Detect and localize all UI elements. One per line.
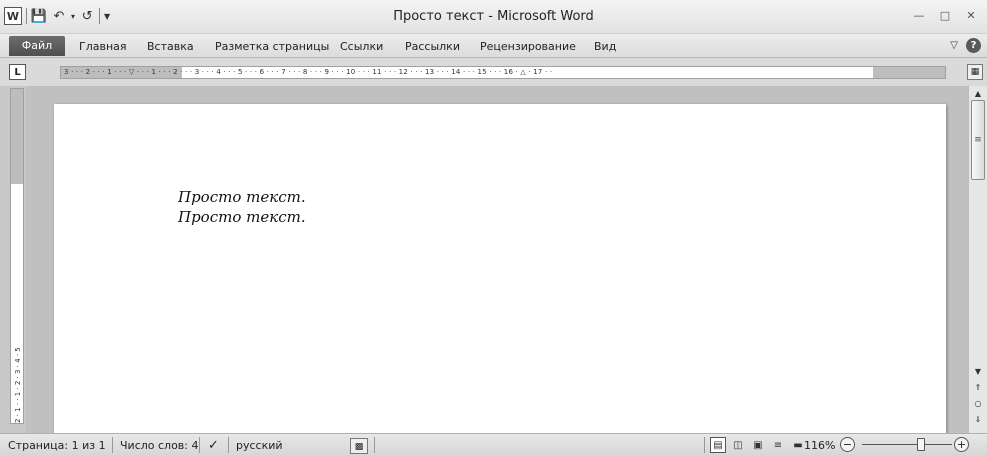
status-divider (704, 437, 705, 453)
zoom-in-icon[interactable]: + (954, 437, 969, 452)
window-controls: — □ ✕ (911, 7, 979, 23)
language-status[interactable]: русский (236, 438, 283, 454)
vertical-ruler[interactable]: 2 · 1 · · 1 · 2 · 3 · 4 · 5 (10, 88, 24, 424)
next-page-icon[interactable]: ⇓ (969, 412, 987, 426)
word-count-status[interactable]: Число слов: 4 (120, 438, 199, 454)
help-icon[interactable]: ? (966, 38, 981, 53)
document-workspace: Просто текст. Просто текст. (26, 86, 968, 433)
status-divider (374, 437, 375, 453)
minimize-ribbon-icon[interactable]: ▽ (950, 40, 958, 51)
title-bar: W 💾 ↶ ▾ ↺ ▼ Просто текст - Microsoft Wor… (0, 0, 987, 34)
tab-mailings[interactable]: Рассылки (405, 38, 460, 56)
view-ruler-icon[interactable]: ▦ (967, 64, 983, 80)
zoom-out-icon[interactable]: − (840, 437, 855, 452)
vertical-scrollbar[interactable]: ▲ ≡ ▼ ⇑ ○ ⇓ (968, 86, 987, 433)
scroll-down-icon[interactable]: ▼ (969, 364, 987, 378)
web-layout-icon[interactable]: ▣ (750, 437, 766, 453)
macro-recording-icon[interactable]: ▩ (350, 438, 368, 454)
horizontal-ruler[interactable]: 3 · · · 2 · · · 1 · · · ▽ · · · 1 · · · … (60, 66, 946, 79)
spelling-check-icon[interactable]: ✓ (208, 438, 219, 454)
tab-review[interactable]: Рецензирование (480, 38, 576, 56)
document-line[interactable]: Просто текст. (178, 208, 306, 226)
zoom-slider-track[interactable] (862, 444, 952, 445)
tab-page-layout[interactable]: Разметка страницы (215, 38, 329, 56)
tab-references[interactable]: Ссылки (340, 38, 383, 56)
tab-file[interactable]: Файл (9, 36, 65, 56)
scrollbar-thumb[interactable]: ≡ (971, 100, 985, 180)
select-browse-object-icon[interactable]: ○ (969, 396, 987, 410)
scroll-up-icon[interactable]: ▲ (969, 86, 987, 100)
view-buttons: ▤ ◫ ▣ ≡ ▬ (710, 437, 806, 453)
vertical-ruler-marks: 2 · 1 · · 1 · 2 · 3 · 4 · 5 (14, 347, 22, 423)
zoom-level[interactable]: 116% (804, 438, 835, 454)
page-count-status[interactable]: Страница: 1 из 1 (8, 438, 106, 454)
tab-view[interactable]: Вид (594, 38, 616, 56)
ribbon-tabs: Файл Главная Вставка Разметка страницы С… (0, 34, 987, 58)
status-divider (199, 437, 200, 453)
print-layout-icon[interactable]: ▤ (710, 437, 726, 453)
ruler-marks: 3 · · · 2 · · · 1 · · · ▽ · · · 1 · · · … (64, 68, 553, 76)
status-bar: Страница: 1 из 1 Число слов: 4 ✓ русский… (0, 433, 987, 456)
minimize-icon[interactable]: — (911, 7, 927, 23)
status-divider (228, 437, 229, 453)
document-line[interactable]: Просто текст. (178, 188, 306, 206)
zoom-slider-thumb[interactable] (916, 438, 925, 451)
document-page[interactable]: Просто текст. Просто текст. (54, 104, 946, 433)
maximize-icon[interactable]: □ (937, 7, 953, 23)
window-title: Просто текст - Microsoft Word (393, 9, 594, 24)
status-divider (112, 437, 113, 453)
tab-home[interactable]: Главная (79, 38, 127, 56)
close-icon[interactable]: ✕ (963, 7, 979, 23)
help-area: ▽ ? (950, 38, 981, 53)
previous-page-icon[interactable]: ⇑ (969, 380, 987, 394)
ruler-row: L 3 · · · 2 · · · 1 · · · ▽ · · · 1 · · … (0, 58, 987, 86)
tab-selector-button[interactable]: L (9, 64, 26, 80)
tab-insert[interactable]: Вставка (147, 38, 194, 56)
full-screen-reading-icon[interactable]: ◫ (730, 437, 746, 453)
outline-icon[interactable]: ≡ (770, 437, 786, 453)
